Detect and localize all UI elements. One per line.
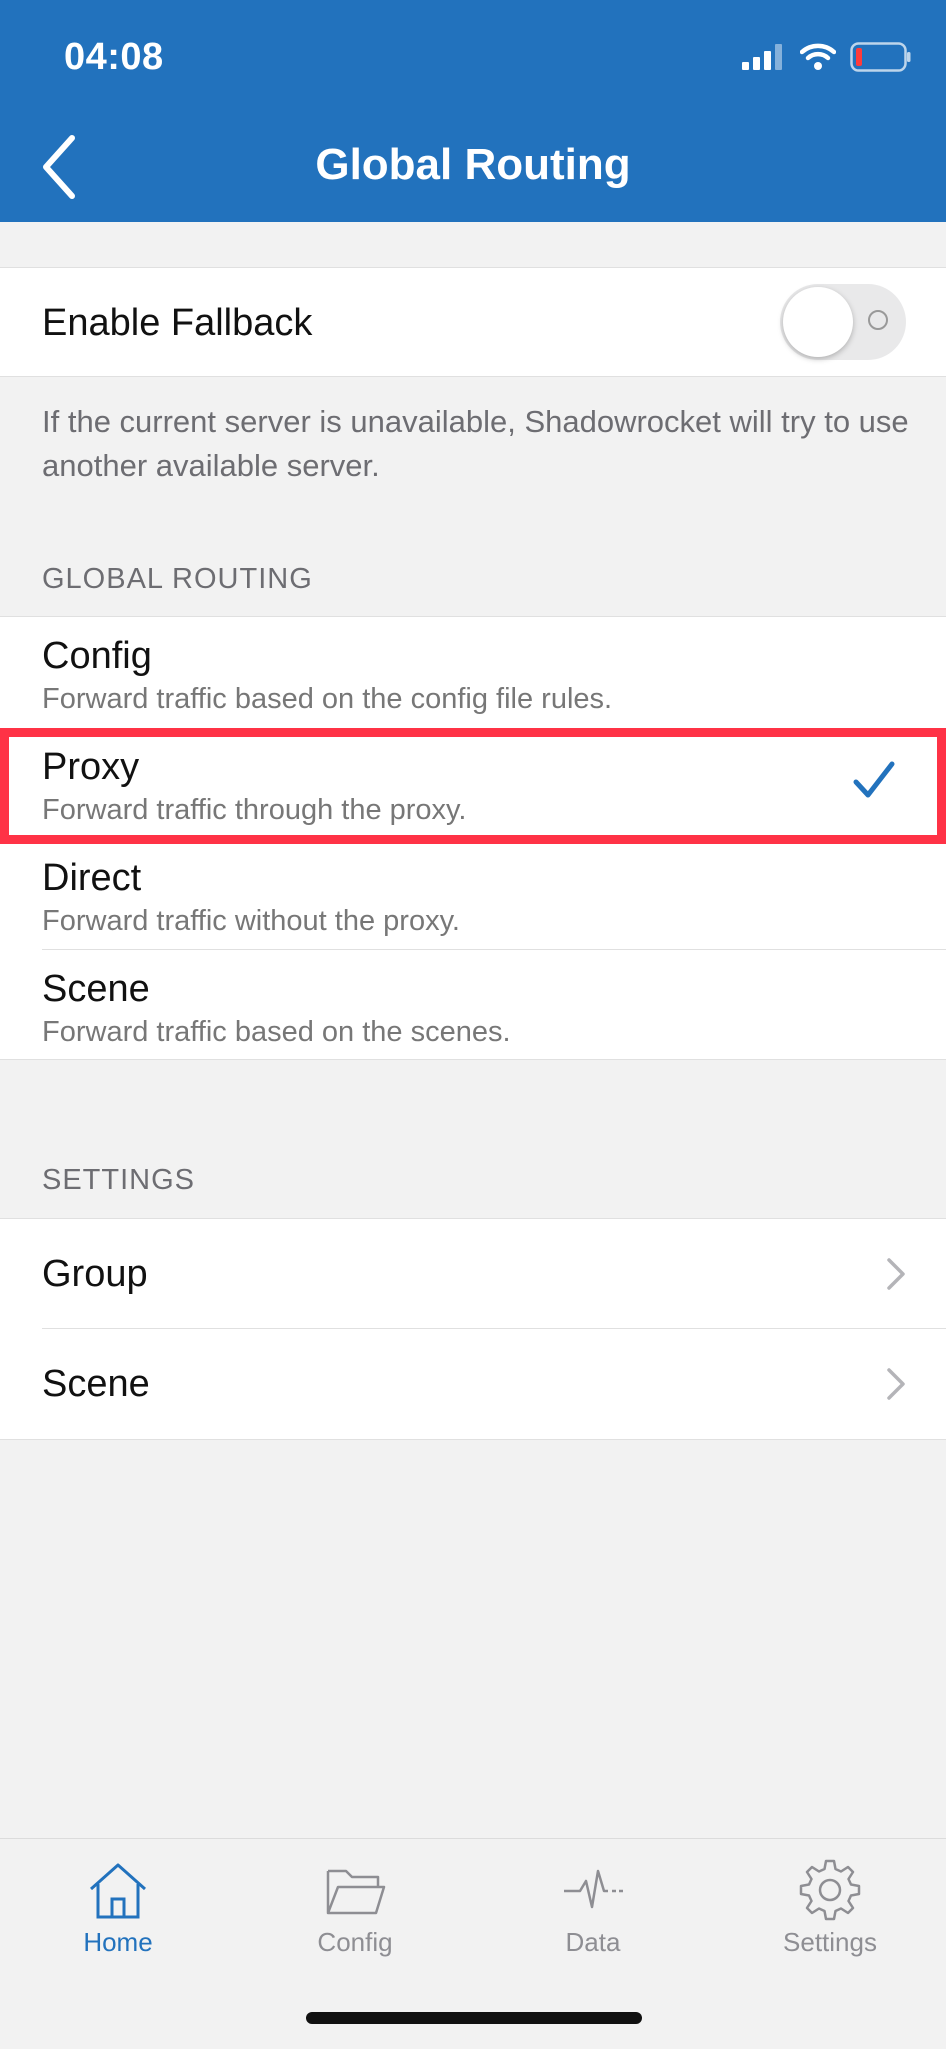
signal-icon (742, 44, 782, 70)
tab-settings[interactable]: Settings (740, 1857, 920, 1958)
tab-home[interactable]: Home (28, 1857, 208, 1958)
fallback-label: Enable Fallback (42, 302, 313, 344)
routing-option-direct[interactable]: Direct Forward traffic without the proxy… (0, 839, 946, 949)
settings-item-label: Scene (42, 1363, 150, 1405)
home-indicator (306, 2012, 642, 2024)
tab-label: Settings (783, 1927, 877, 1957)
fallback-note: If the current server is unavailable, Sh… (42, 404, 909, 483)
option-title: Scene (42, 968, 150, 1010)
status-time: 04:08 (64, 36, 164, 78)
option-subtitle: Forward traffic based on the scenes. (42, 1016, 511, 1048)
toggle-off-indicator (868, 310, 888, 330)
tab-label: Config (317, 1927, 393, 1957)
selection-highlight-box (0, 728, 946, 844)
settings-item-scene[interactable]: Scene (0, 1329, 946, 1439)
chevron-right-icon (887, 1258, 905, 1290)
fallback-row: Enable Fallback (0, 267, 946, 377)
tab-label: Home (83, 1927, 153, 1957)
toggle-knob (783, 287, 853, 357)
folder-icon (326, 1869, 386, 1915)
settings-item-group[interactable]: Group (0, 1219, 946, 1329)
home-icon (90, 1863, 146, 1919)
option-subtitle: Forward traffic without the proxy. (42, 905, 460, 937)
tab-config[interactable]: Config (265, 1857, 445, 1958)
routing-option-scene[interactable]: Scene Forward traffic based on the scene… (0, 950, 946, 1060)
fallback-toggle[interactable] (780, 284, 906, 360)
tab-data[interactable]: Data (503, 1857, 683, 1958)
settings-section-header: SETTINGS (42, 1164, 196, 1196)
activity-icon (564, 1869, 623, 1909)
battery-icon (850, 42, 911, 72)
gear-icon (799, 1859, 861, 1921)
option-subtitle: Forward traffic based on the config file… (42, 683, 613, 715)
status-icons (742, 42, 912, 72)
option-title: Direct (42, 857, 142, 899)
settings-list: Group Scene (0, 1218, 946, 1440)
nav-bar: 04:08 Global Routing (0, 0, 946, 222)
wifi-icon (800, 43, 836, 70)
tab-label: Data (565, 1927, 621, 1957)
routing-option-config[interactable]: Config Forward traffic based on the conf… (0, 617, 946, 727)
routing-section-header: GLOBAL ROUTING (42, 563, 313, 595)
page-title: Global Routing (315, 140, 631, 189)
settings-item-label: Group (42, 1253, 148, 1295)
chevron-right-icon (887, 1368, 905, 1400)
option-title: Config (42, 635, 152, 677)
